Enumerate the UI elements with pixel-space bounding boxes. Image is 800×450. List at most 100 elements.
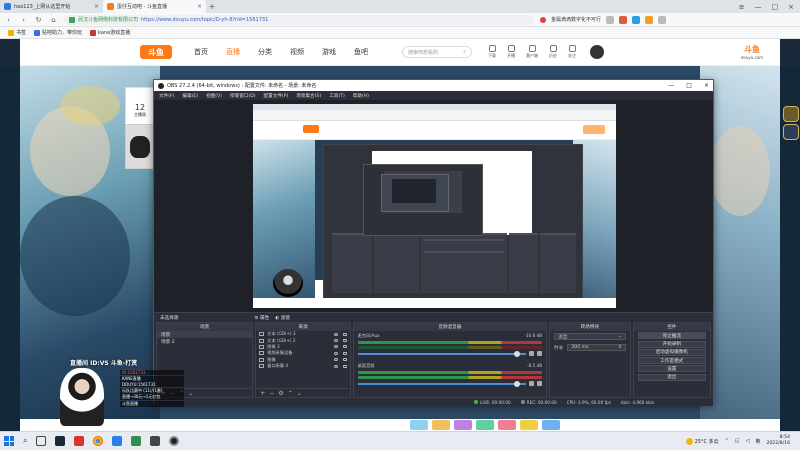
close-window-icon[interactable]: × [704,82,709,89]
extension-icon[interactable] [632,15,641,24]
follow-button[interactable]: 关注 [568,45,576,59]
scene-item[interactable]: 场景 2 [157,338,252,345]
properties-button[interactable]: ⚙ 属性 [254,315,269,321]
menu-scene-collection[interactable]: 场景集合(S) [296,93,321,99]
maximize-icon[interactable]: □ [772,3,779,11]
volume-slider[interactable] [357,380,527,387]
gift-thumb[interactable] [454,420,472,430]
chrome-icon[interactable] [93,436,104,446]
lock-icon[interactable] [342,364,347,368]
new-tab-button[interactable]: + [206,0,218,13]
lock-icon[interactable] [342,339,347,343]
close-window-icon[interactable]: × [788,3,794,11]
gift-thumb[interactable] [498,420,516,430]
nav-live[interactable]: 直播 [226,47,240,57]
lock-icon[interactable] [342,332,347,336]
start-virtual-camera-button[interactable]: 启动虚拟摄像机 [637,348,707,356]
chevron-up-icon[interactable]: ⌃ [288,390,293,397]
home-icon[interactable]: ⌂ [49,16,58,24]
start-live-button[interactable]: 开播 [507,45,515,59]
nav-home[interactable]: 首页 [194,47,208,57]
close-tab-icon[interactable]: × [197,3,202,10]
gift-thumb[interactable] [410,420,428,430]
minimize-icon[interactable]: — [755,3,762,11]
filters-button[interactable]: ◐ 滤镜 [275,315,290,321]
menu-profile[interactable]: 配置文件(P) [264,93,289,99]
gear-icon[interactable]: ⚙ [278,390,283,397]
download-button[interactable]: 下载 [488,45,496,59]
forward-icon[interactable]: › [19,16,28,24]
browser-icon[interactable] [112,436,123,446]
news-headline[interactable]: 金属滴滴数字化不可行 [551,16,601,23]
gear-icon[interactable] [537,381,543,386]
close-tab-icon[interactable]: × [94,3,99,10]
search-input[interactable]: 搜索你想看的 ⌕ [402,46,472,58]
gift-thumb[interactable] [542,420,560,430]
right-badge[interactable] [782,106,800,166]
anchor-thumbnail[interactable] [125,124,155,169]
bookmark-item[interactable]: kane游戏直播 [90,29,130,36]
gear-icon[interactable] [537,351,543,356]
transition-select[interactable]: 淡出 ⌄ [554,333,626,340]
search-icon[interactable]: ⌕ [463,49,466,55]
slider-knob[interactable] [514,380,521,387]
windows-start-icon[interactable] [4,436,14,446]
douyu-logo[interactable]: 斗鱼 [140,45,172,59]
menu-help[interactable]: 帮助(H) [353,93,369,99]
netease-icon[interactable] [74,436,85,446]
back-icon[interactable]: ‹ [4,16,13,24]
user-icon[interactable] [658,15,667,24]
extension-icon[interactable] [645,15,654,24]
task-view-icon[interactable] [36,436,47,446]
menu-docks[interactable]: 停靠窗口(D) [230,93,256,99]
menu-tools[interactable]: 工具(T) [329,93,345,99]
speaker-icon[interactable] [529,351,535,356]
menu-icon[interactable]: ≡ [739,3,745,11]
menu-view[interactable]: 视图(V) [206,93,222,99]
eye-icon[interactable] [333,345,338,349]
nav-video[interactable]: 视频 [290,47,304,57]
preview-canvas[interactable] [253,104,616,308]
chevron-up-icon[interactable]: ⌃ [725,438,729,444]
menu-edit[interactable]: 编辑(E) [182,93,198,99]
lock-icon[interactable] [342,345,347,349]
weather-widget[interactable]: 25°C 多云 [685,437,719,445]
nav-category[interactable]: 分类 [258,47,272,57]
network-icon[interactable]: ◱ [735,438,740,444]
eye-icon[interactable] [333,364,338,368]
duration-input[interactable]: 300 ms ⇕ [567,344,626,351]
menu-file[interactable]: 文件(F) [159,93,174,99]
add-icon[interactable]: + [260,390,265,397]
client-button[interactable]: 客户端 [526,45,538,59]
lock-icon[interactable] [342,351,347,355]
browser-tab-douyu[interactable]: 蛋仔互动吧 - 斗鱼直播 × [103,0,206,13]
clock[interactable]: 8:54 2022/8/16 [766,435,790,447]
volume-icon[interactable]: ◁ [746,438,750,444]
extension-icon[interactable] [619,15,628,24]
exit-button[interactable]: 退出 [637,373,707,381]
lock-icon[interactable] [342,358,347,362]
gift-thumb[interactable] [476,420,494,430]
game-icon[interactable] [131,436,142,446]
eye-icon[interactable] [333,332,338,336]
input-language[interactable]: 英 [755,438,760,445]
maximize-icon[interactable]: □ [686,82,692,89]
extension-icon[interactable] [606,15,615,24]
scene-item[interactable]: 场景 [157,331,253,338]
history-button[interactable]: 历史 [549,45,557,59]
obs-icon[interactable] [169,436,180,446]
speaker-icon[interactable] [529,381,535,386]
steam-icon[interactable] [55,436,66,446]
slider-knob[interactable] [514,350,521,357]
address-bar[interactable]: 武汉斗鱼网络科技有限公司 https://www.douyu.com/topic… [64,14,534,25]
gift-thumb[interactable] [432,420,450,430]
eye-icon[interactable] [333,351,338,355]
source-row[interactable]: 窗口采集 4 [256,363,349,369]
search-icon[interactable]: ⌕ [23,436,27,446]
remove-icon[interactable]: − [269,390,274,397]
volume-slider[interactable] [357,350,527,357]
settings-button[interactable]: 设置 [637,365,707,373]
reload-icon[interactable]: ↻ [34,16,43,24]
chevron-down-icon[interactable]: ⌄ [188,390,193,397]
eye-icon[interactable] [333,339,338,343]
